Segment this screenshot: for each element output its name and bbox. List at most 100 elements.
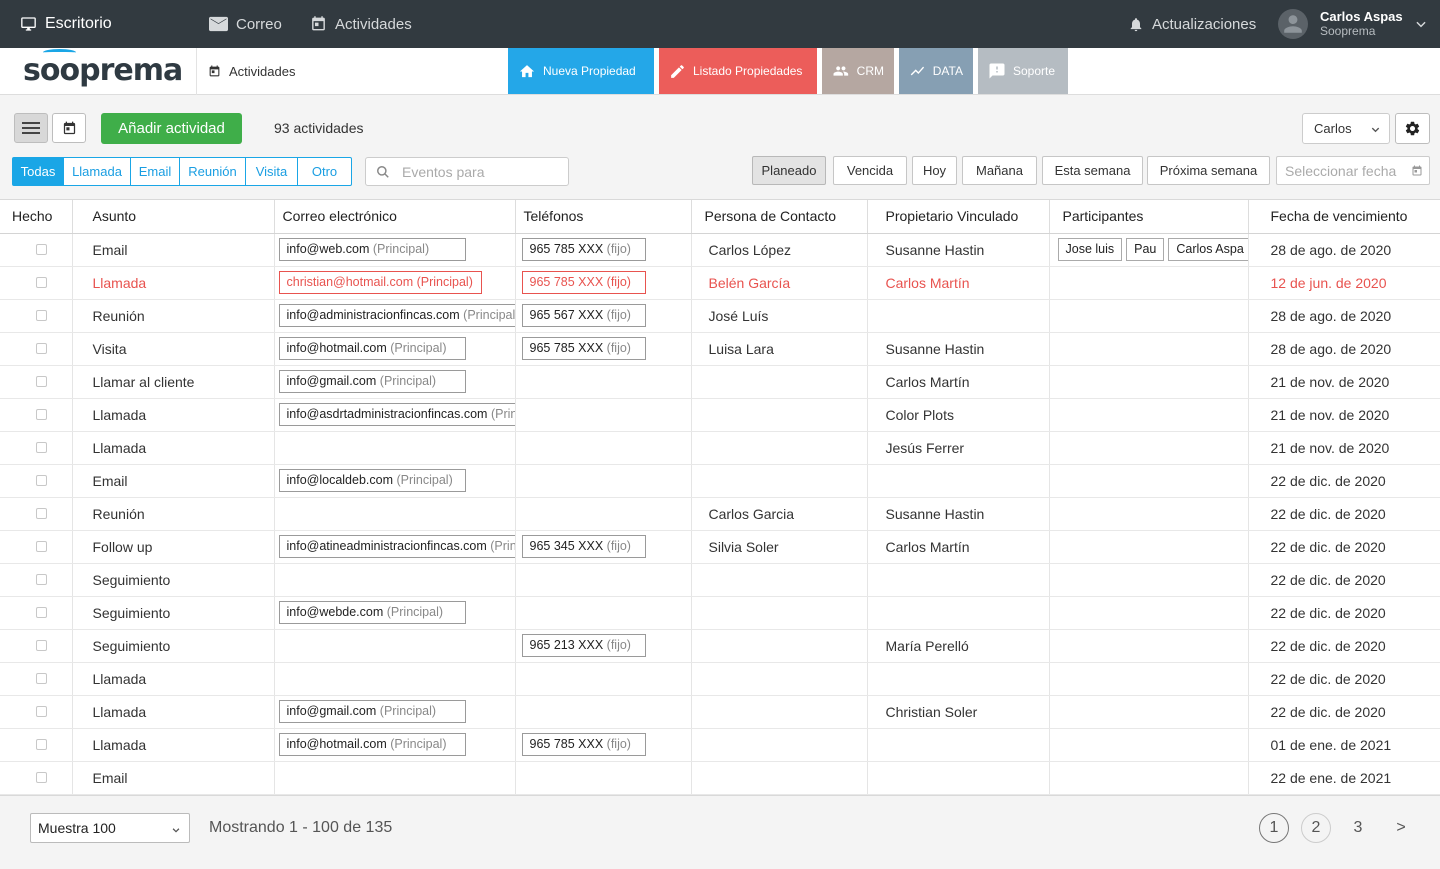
table-row[interactable]: Email info@web.com (Principal) 965 785 XXX… (0, 233, 1440, 267)
subject-cell[interactable]: Seguimiento (72, 596, 275, 630)
filter-next-week[interactable]: Próxima semana (1147, 156, 1270, 185)
col-done[interactable]: Hecho (0, 200, 73, 234)
table-row[interactable]: Email 22 de ene. de 2021 (0, 761, 1440, 795)
email-tag[interactable]: info@atineadministracionfincas.com (Prin… (278, 535, 514, 558)
done-checkbox[interactable] (36, 310, 47, 321)
contact-cell[interactable]: Luisa Lara (691, 332, 868, 366)
owner-cell[interactable] (867, 761, 1050, 795)
table-row[interactable]: Llamada christian@hotmail.com (Principal)… (0, 266, 1440, 300)
email-tag[interactable]: info@administracionfincas.com (Principal… (278, 304, 514, 327)
filter-call[interactable]: Llamada (64, 158, 131, 185)
participant-tag[interactable]: Pau (1126, 238, 1165, 261)
email-tag[interactable]: info@web.com (Principal) (278, 238, 466, 261)
email-tag[interactable]: info@asdrtadministracionfincas.com (Prin… (278, 403, 514, 426)
contact-cell[interactable]: Belén García (691, 266, 868, 300)
contact-cell[interactable]: Carlos López (691, 233, 868, 267)
owner-cell[interactable]: Susanne Hastin (867, 497, 1050, 531)
filter-today[interactable]: Hoy (912, 156, 957, 185)
phone-tag[interactable]: 965 785 XXX (fijo) (521, 271, 646, 294)
owner-cell[interactable]: Carlos Martín (867, 365, 1050, 399)
done-checkbox[interactable] (36, 244, 47, 255)
phone-tag[interactable]: 965 345 XXX (fijo) (521, 535, 646, 558)
contact-cell[interactable]: Carlos Garcia (691, 497, 868, 531)
contact-cell[interactable] (691, 464, 868, 498)
table-row[interactable]: Llamada Jesús Ferrer 21 de nov. de 2020 (0, 431, 1440, 465)
support-button[interactable]: Soporte (978, 48, 1068, 94)
phone-tag[interactable]: 965 785 XXX (fijo) (521, 337, 646, 360)
contact-cell[interactable] (691, 728, 868, 762)
owner-cell[interactable]: Susanne Hastin (867, 332, 1050, 366)
page-3-button[interactable]: 3 (1343, 813, 1373, 843)
subject-cell[interactable]: Llamada (72, 695, 275, 729)
subject-cell[interactable]: Llamada (72, 398, 275, 432)
col-phones[interactable]: Teléfonos (515, 200, 692, 234)
done-checkbox[interactable] (36, 574, 47, 585)
done-checkbox[interactable] (36, 673, 47, 684)
contact-cell[interactable] (691, 365, 868, 399)
calendar-view-button[interactable] (52, 113, 86, 143)
owner-cell[interactable] (867, 299, 1050, 333)
page-1-button[interactable]: 1 (1259, 813, 1289, 843)
table-row[interactable]: Follow up info@atineadministracionfincas.… (0, 530, 1440, 564)
subject-cell[interactable]: Llamar al cliente (72, 365, 275, 399)
owner-cell[interactable]: María Perelló (867, 629, 1050, 663)
contact-cell[interactable] (691, 398, 868, 432)
phone-tag[interactable]: 965 785 XXX (fijo) (521, 733, 646, 756)
done-checkbox[interactable] (36, 508, 47, 519)
done-checkbox[interactable] (36, 475, 47, 486)
user-menu[interactable]: Carlos Aspas Sooprema (1278, 0, 1403, 48)
email-tag[interactable]: info@hotmail.com (Principal) (278, 337, 466, 360)
done-checkbox[interactable] (36, 409, 47, 420)
user-filter-select[interactable]: Carlos (1302, 113, 1390, 144)
filter-all[interactable]: Todas (13, 158, 64, 185)
table-row[interactable]: Reunión info@administracionfincas.com (Pr… (0, 299, 1440, 333)
mail-link[interactable]: Correo (209, 0, 282, 48)
table-row[interactable]: Llamada info@hotmail.com (Principal) 965 7… (0, 728, 1440, 762)
done-checkbox[interactable] (36, 442, 47, 453)
subject-cell[interactable]: Email (72, 464, 275, 498)
contact-cell[interactable] (691, 431, 868, 465)
done-checkbox[interactable] (36, 376, 47, 387)
contact-cell[interactable] (691, 695, 868, 729)
col-subject[interactable]: Asunto (72, 200, 275, 234)
subject-cell[interactable]: Email (72, 761, 275, 795)
phone-tag[interactable]: 965 785 XXX (fijo) (521, 238, 646, 261)
done-checkbox[interactable] (36, 343, 47, 354)
list-view-button[interactable] (14, 113, 48, 143)
col-due-date[interactable]: Fecha de vencimiento (1248, 200, 1440, 234)
contact-cell[interactable]: José Luís (691, 299, 868, 333)
filter-planned[interactable]: Planeado (752, 156, 826, 185)
contact-cell[interactable] (691, 662, 868, 696)
subject-cell[interactable]: Llamada (72, 662, 275, 696)
email-tag[interactable]: info@hotmail.com (Principal) (278, 733, 466, 756)
table-row[interactable]: Reunión Carlos Garcia Susanne Hastin 22 de … (0, 497, 1440, 531)
subject-cell[interactable]: Llamada (72, 728, 275, 762)
owner-cell[interactable]: Color Plots (867, 398, 1050, 432)
done-checkbox[interactable] (36, 541, 47, 552)
done-checkbox[interactable] (36, 772, 47, 783)
page-size-select[interactable]: Muestra 100 (30, 813, 190, 843)
filter-other[interactable]: Otro (298, 158, 351, 185)
owner-cell[interactable]: Christian Soler (867, 695, 1050, 729)
subject-cell[interactable]: Llamada (72, 266, 275, 300)
filter-visit[interactable]: Visita (246, 158, 298, 185)
email-tag[interactable]: info@webde.com (Principal) (278, 601, 466, 624)
email-tag[interactable]: info@localdeb.com (Principal) (278, 469, 466, 492)
owner-cell[interactable] (867, 728, 1050, 762)
done-checkbox[interactable] (36, 640, 47, 651)
subject-cell[interactable]: Reunión (72, 497, 275, 531)
contact-cell[interactable] (691, 596, 868, 630)
owner-cell[interactable] (867, 662, 1050, 696)
subject-cell[interactable]: Reunión (72, 299, 275, 333)
subject-cell[interactable]: Seguimiento (72, 629, 275, 663)
table-row[interactable]: Llamar al cliente info@gmail.com (Princip… (0, 365, 1440, 399)
participant-tag[interactable]: Jose luis (1057, 238, 1123, 261)
filter-overdue[interactable]: Vencida (833, 156, 907, 185)
owner-cell[interactable] (867, 596, 1050, 630)
desktop-link[interactable]: Escritorio (20, 0, 112, 48)
filter-tomorrow[interactable]: Mañana (962, 156, 1037, 185)
next-page-button[interactable]: > (1386, 813, 1416, 843)
subject-cell[interactable]: Follow up (72, 530, 275, 564)
done-checkbox[interactable] (36, 739, 47, 750)
activities-link[interactable]: Actividades (310, 0, 412, 48)
